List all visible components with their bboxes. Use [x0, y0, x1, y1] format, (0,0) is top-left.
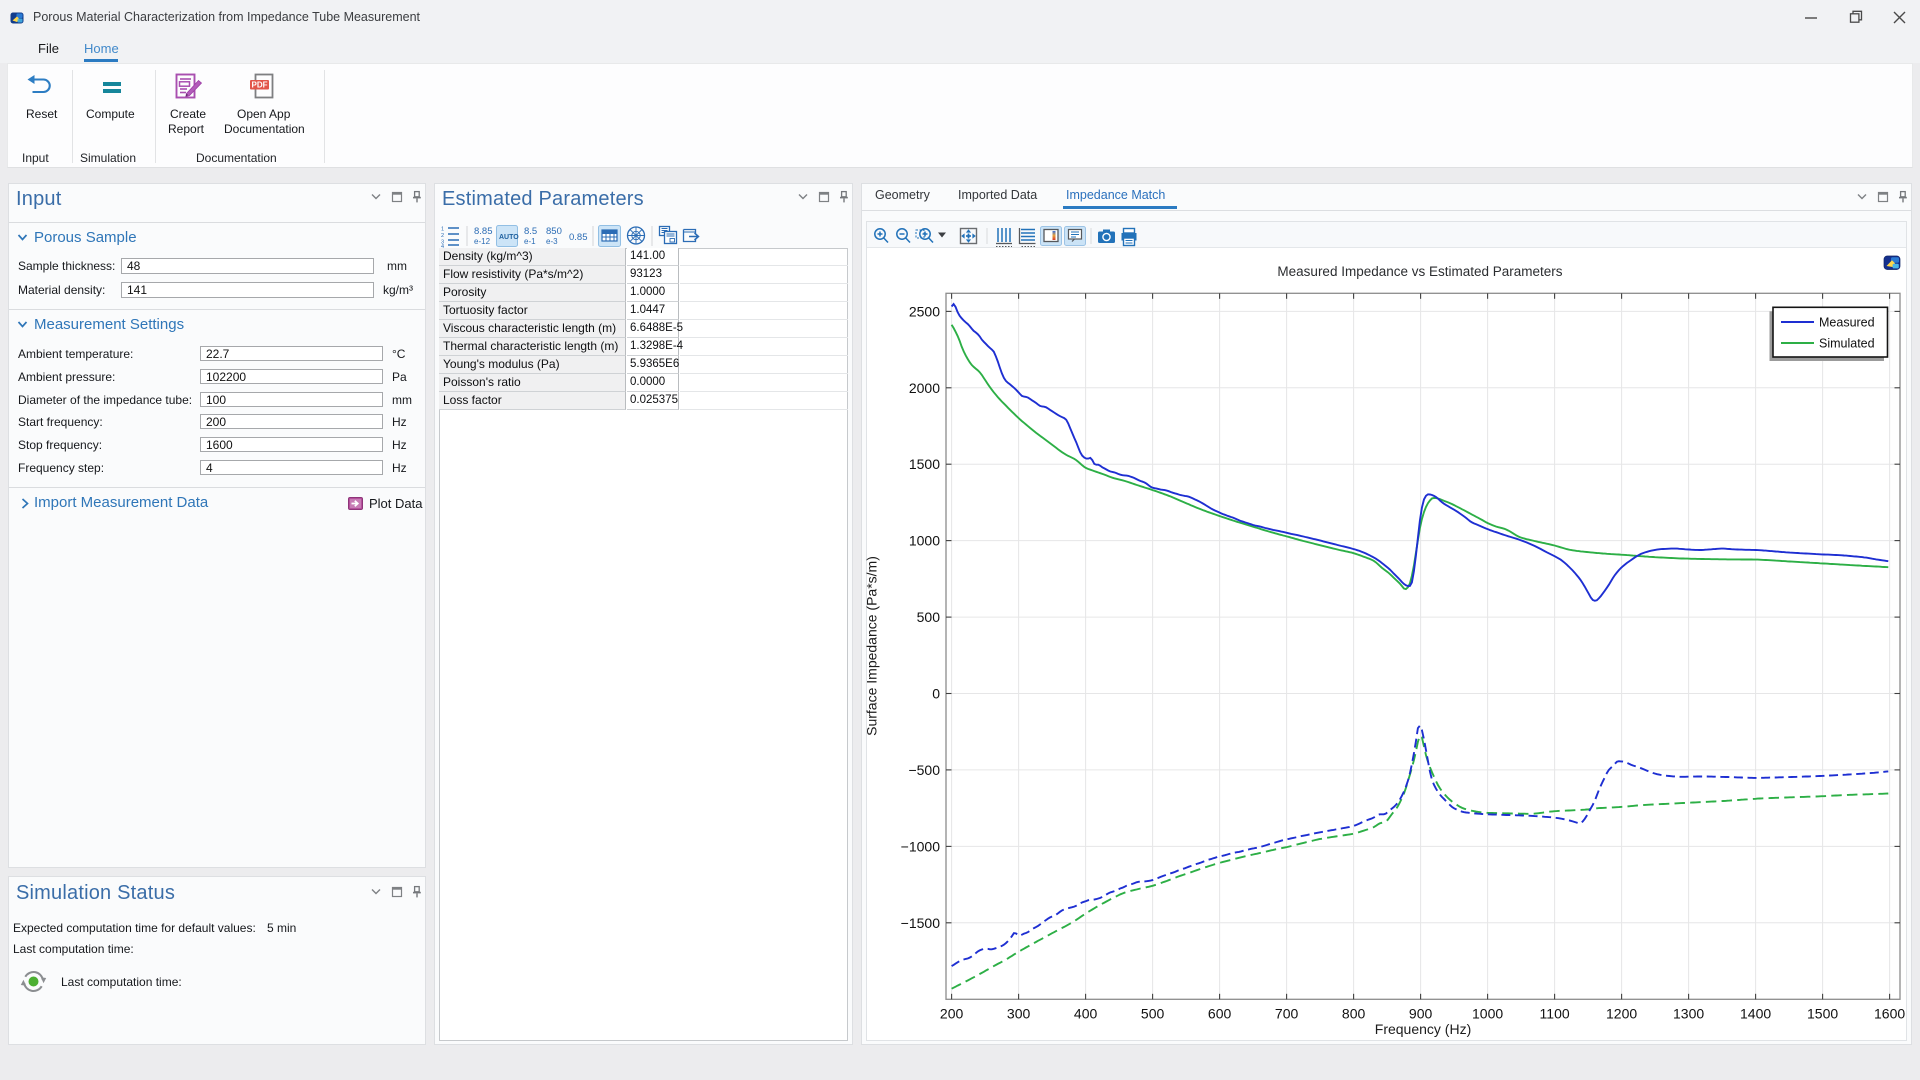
svg-text:1200: 1200	[1606, 1006, 1637, 1022]
svg-text:Frequency (Hz): Frequency (Hz)	[1375, 1021, 1471, 1037]
svg-text:1400: 1400	[1740, 1006, 1771, 1022]
svg-text:PDF: PDF	[252, 80, 268, 89]
svg-text:1000: 1000	[1472, 1006, 1503, 1022]
svg-text:2000: 2000	[909, 380, 940, 396]
svg-text:1: 1	[441, 227, 444, 233]
svg-text:AUTO: AUTO	[499, 234, 519, 241]
svg-text:700: 700	[1275, 1006, 1299, 1022]
svg-text:300: 300	[1007, 1006, 1031, 1022]
svg-text:0: 0	[932, 686, 940, 702]
svg-text:0.85: 0.85	[569, 232, 588, 243]
svg-text:8.5: 8.5	[524, 226, 537, 237]
svg-text:1000: 1000	[909, 533, 940, 549]
svg-text:2: 2	[441, 233, 444, 239]
svg-text:−1500: −1500	[901, 915, 941, 931]
svg-text:8.85: 8.85	[474, 226, 493, 237]
svg-text:900: 900	[1409, 1006, 1433, 1022]
svg-text:e-3: e-3	[546, 237, 558, 246]
svg-text:2500: 2500	[909, 303, 940, 319]
svg-text:850: 850	[546, 226, 562, 237]
svg-text:400: 400	[1074, 1006, 1098, 1022]
svg-text:−1000: −1000	[901, 838, 941, 854]
svg-text:800: 800	[1342, 1006, 1366, 1022]
svg-text:500: 500	[1141, 1006, 1165, 1022]
svg-text:Surface Impedance (Pa*s/m): Surface Impedance (Pa*s/m)	[864, 556, 880, 736]
svg-text:1300: 1300	[1673, 1006, 1704, 1022]
svg-text:e-12: e-12	[474, 237, 491, 246]
svg-text:500: 500	[917, 609, 941, 625]
svg-text:1500: 1500	[1807, 1006, 1838, 1022]
svg-text:Measured: Measured	[1819, 316, 1875, 330]
svg-text:Measured Impedance vs Estimate: Measured Impedance vs Estimated Paramete…	[1277, 264, 1562, 279]
svg-text:−500: −500	[908, 762, 940, 778]
svg-text:1100: 1100	[1540, 1006, 1570, 1022]
svg-text:600: 600	[1208, 1006, 1232, 1022]
svg-text:200: 200	[940, 1006, 964, 1022]
svg-text:1600: 1600	[1874, 1006, 1905, 1022]
svg-text:1500: 1500	[909, 456, 940, 472]
svg-text:e-1: e-1	[524, 237, 536, 246]
svg-text:Simulated: Simulated	[1819, 337, 1875, 351]
